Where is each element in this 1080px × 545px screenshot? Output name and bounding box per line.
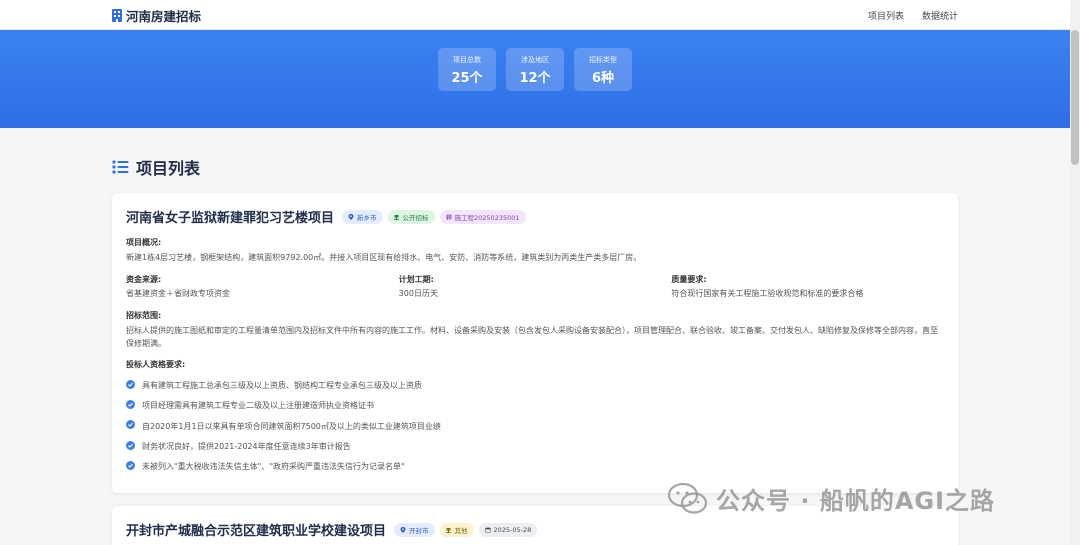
check-circle-icon: [126, 420, 135, 430]
stat-value: 25个: [451, 71, 483, 86]
tag-text: 公开招标: [402, 213, 429, 222]
overview-label: 项目概况:: [126, 238, 162, 247]
project-code-tag: 施工程20250235001: [439, 209, 526, 224]
gavel-icon: [445, 527, 451, 533]
tag-text: 2025-05-28: [493, 525, 532, 534]
hero-banner: 项目总数 25个 涉及地区 12个 招标类型 6种: [0, 30, 1070, 128]
region-tag: 开封市: [394, 522, 435, 537]
requirement-text: 财务状况良好，提供2021-2024年度任意连续3年审计报告: [142, 442, 351, 452]
scope-label: 招标范围:: [126, 311, 162, 320]
requirement-text: 未被列入"重大税收违法失信主体"、"政府采购严重违法失信行为记录名单": [142, 462, 405, 472]
requirements-list: 具有建筑工程施工总承包三级及以上资质、钢结构工程专业承包三级及以上资质 项目经理…: [126, 374, 944, 475]
funding-col: 资金来源: 省基建资金＋省财政专项资金: [126, 274, 399, 300]
nav-link-statistics[interactable]: 数据统计: [922, 9, 958, 22]
page-scrollbar[interactable]: [1070, 0, 1080, 545]
check-circle-icon: [126, 460, 135, 470]
gavel-icon: [393, 214, 399, 220]
stat-total-projects: 项目总数 25个: [438, 48, 496, 91]
requirements-block: 投标人资格要求: 具有建筑工程施工总承包三级及以上资质、钢结构工程专业承包三级及…: [126, 359, 944, 475]
calendar-icon: [484, 526, 491, 533]
quality-label: 质量要求:: [671, 275, 707, 284]
requirement-text: 自2020年1月1日以来具有单项合同建筑面积7500㎡及以上的类似工业建筑项目业…: [142, 421, 441, 431]
brand[interactable]: 河南房建招标: [112, 6, 201, 25]
date-tag: 2025-05-28: [478, 522, 538, 537]
stat-bid-types: 招标类型 6种: [574, 48, 632, 91]
check-circle-icon: [126, 440, 135, 450]
check-circle-icon: [126, 399, 135, 409]
list-item: 具有建筑工程施工总承包三级及以上资质、钢结构工程专业承包三级及以上资质: [126, 374, 944, 394]
list-item: 项目经理需具有建筑工程专业二级及以上注册建造师执业资格证书: [126, 394, 944, 414]
wechat-icon: [668, 482, 708, 514]
brand-name: 河南房建招标: [126, 9, 202, 24]
stat-label: 项目总数: [453, 56, 481, 64]
hash-icon: [445, 213, 452, 220]
period-label: 计划工期:: [398, 275, 434, 284]
stats-row: 项目总数 25个 涉及地区 12个 招标类型 6种: [0, 48, 1070, 91]
stat-value: 12个: [519, 71, 551, 86]
section-title-text: 项目列表: [136, 159, 201, 178]
stat-label: 涉及地区: [521, 56, 549, 64]
card-header: 开封市产城融合示范区建筑职业学校建设项目 开封市 其他 2025-05-28: [126, 520, 944, 539]
scope-text: 招标人提供的施工图纸和审定的工程量清单范围内及招标文件中所有内容的施工工作。材料…: [126, 326, 938, 348]
funding-label: 资金来源:: [126, 275, 162, 284]
overview-block: 项目概况: 新建1栋4层习艺楼，钢框架结构，建筑面积9792.00㎡。并接入项目…: [126, 237, 944, 264]
watermark-text: 公众号 · 船帆的AGI之路: [716, 487, 996, 515]
quality-text: 符合现行国家有关工程施工验收规范和标准的要求合格: [671, 289, 864, 298]
card-header: 河南省女子监狱新建罪犯习艺楼项目 新乡市 公开招标 施工程20250235001: [126, 207, 944, 226]
project-card[interactable]: 河南省女子监狱新建罪犯习艺楼项目 新乡市 公开招标 施工程20250235001…: [112, 193, 958, 493]
tag-text: 施工程20250235001: [454, 213, 520, 222]
requirement-text: 项目经理需具有建筑工程专业二级及以上注册建造师执业资格证书: [142, 401, 374, 411]
requirements-label: 投标人资格要求:: [126, 360, 186, 369]
stat-regions: 涉及地区 12个: [506, 48, 564, 91]
list-item: 财务状况良好，提供2021-2024年度任意连续3年审计报告: [126, 435, 944, 455]
section-title: 项目列表: [112, 155, 200, 179]
project-title[interactable]: 河南省女子监狱新建罪犯习艺楼项目: [126, 207, 334, 226]
wechat-watermark: 公众号 · 船帆的AGI之路: [668, 481, 995, 516]
location-pin-icon: [400, 526, 406, 533]
tag-text: 其他: [454, 526, 468, 535]
requirement-text: 具有建筑工程施工总承包三级及以上资质、钢结构工程专业承包三级及以上资质: [142, 381, 422, 391]
region-tag: 新乡市: [342, 209, 383, 224]
funding-text: 省基建资金＋省财政专项资金: [126, 289, 230, 298]
top-navbar: 河南房建招标 项目列表 数据统计: [0, 0, 1070, 30]
scope-block: 招标范围: 招标人提供的施工图纸和审定的工程量清单范围内及招标文件中所有内容的施…: [126, 310, 944, 350]
stat-label: 招标类型: [589, 56, 617, 64]
stat-value: 6种: [591, 71, 615, 86]
overview-text: 新建1栋4层习艺楼，钢框架结构，建筑面积9792.00㎡。并接入项目区现有给排水…: [126, 253, 642, 262]
list-icon: [112, 160, 129, 174]
tag-text: 新乡市: [357, 213, 377, 222]
location-pin-icon: [348, 213, 354, 220]
info-columns: 资金来源: 省基建资金＋省财政专项资金 计划工期: 300日历天 质量要求: 符…: [126, 274, 944, 300]
nav-link-project-list[interactable]: 项目列表: [868, 9, 904, 22]
project-title[interactable]: 开封市产城融合示范区建筑职业学校建设项目: [126, 520, 386, 539]
quality-col: 质量要求: 符合现行国家有关工程施工验收规范和标准的要求合格: [671, 274, 944, 300]
building-icon: [112, 9, 122, 22]
nav-links: 项目列表 数据统计: [868, 9, 958, 22]
check-circle-icon: [126, 379, 135, 389]
tag-text: 开封市: [409, 526, 429, 535]
bid-type-tag: 其他: [439, 522, 474, 537]
list-item: 未被列入"重大税收违法失信主体"、"政府采购严重违法失信行为记录名单": [126, 455, 944, 475]
list-item: 自2020年1月1日以来具有单项合同建筑面积7500㎡及以上的类似工业建筑项目业…: [126, 415, 944, 435]
scrollbar-thumb[interactable]: [1071, 30, 1079, 165]
period-col: 计划工期: 300日历天: [399, 274, 672, 300]
period-text: 300日历天: [398, 289, 438, 298]
bid-type-tag: 公开招标: [387, 209, 435, 224]
